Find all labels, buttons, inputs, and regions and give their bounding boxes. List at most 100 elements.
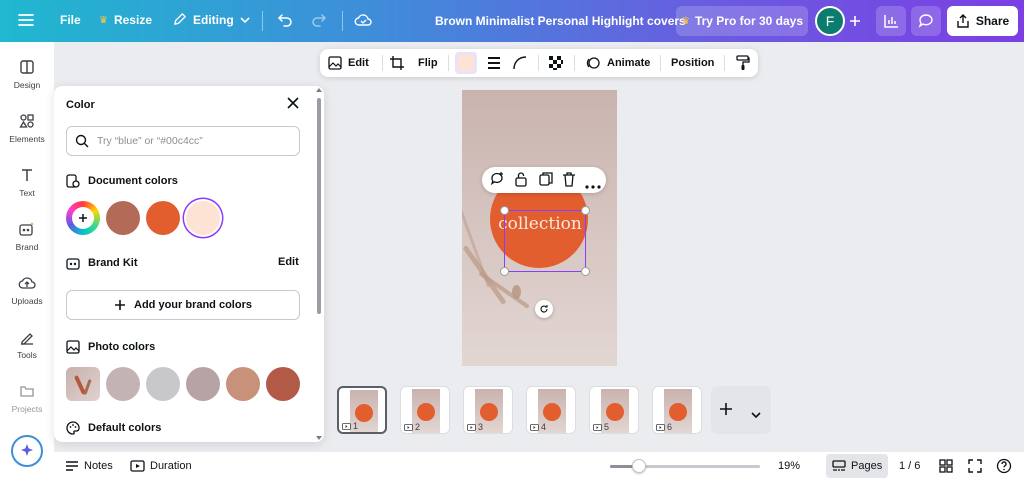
duplicate-icon[interactable]	[538, 171, 554, 192]
element-context-menu	[482, 167, 606, 193]
selection-box	[504, 210, 586, 272]
scroll-down-arrow[interactable]	[316, 436, 322, 440]
copy-style-button[interactable]	[736, 49, 750, 77]
grid-view-icon[interactable]	[939, 452, 953, 480]
chevron-down-icon[interactable]	[751, 406, 761, 424]
current-color-swatch	[458, 55, 474, 71]
help-icon[interactable]	[996, 452, 1012, 480]
rail-item-brand[interactable]: Brand	[0, 221, 54, 252]
panel-scrollbar[interactable]	[317, 98, 321, 314]
transparency-button[interactable]	[549, 49, 563, 77]
document-swatch[interactable]	[106, 201, 140, 235]
zoom-slider-knob[interactable]	[632, 459, 646, 473]
zoom-level[interactable]: 19%	[778, 452, 800, 480]
photo-thumbnail[interactable]	[66, 367, 100, 401]
page-thumbnail[interactable]: 2	[400, 386, 450, 434]
comments-button[interactable]	[911, 6, 941, 36]
document-title-text: Brown Minimalist Personal Highlight cove…	[435, 14, 686, 28]
thumbnail-circle	[480, 403, 498, 421]
try-pro-button[interactable]: ♛ Try Pro for 30 days	[676, 6, 808, 36]
menu-icon[interactable]	[18, 13, 34, 27]
resize-handle[interactable]	[500, 206, 509, 215]
lock-icon[interactable]	[514, 171, 528, 192]
duration-button[interactable]: Duration	[130, 452, 192, 480]
share-icon	[957, 14, 969, 28]
add-page-icon[interactable]	[719, 402, 733, 421]
avatar[interactable]: F	[815, 6, 845, 36]
flip-button[interactable]: Flip	[418, 49, 438, 77]
close-icon[interactable]	[286, 96, 300, 115]
notes-button[interactable]: Notes	[65, 452, 113, 480]
document-swatch-selected[interactable]	[186, 201, 220, 235]
undo-icon[interactable]	[277, 12, 293, 28]
photo-colors-header: Photo colors	[66, 340, 155, 354]
add-color-swatch[interactable]	[66, 201, 100, 235]
page-thumbnail[interactable]: 3	[463, 386, 513, 434]
editing-mode-dropdown[interactable]: Editing	[172, 12, 250, 27]
fullscreen-icon[interactable]	[968, 452, 982, 480]
page-counter[interactable]: 1 / 6	[899, 452, 920, 480]
rail-label: Tools	[17, 350, 37, 360]
photo-swatch[interactable]	[106, 367, 140, 401]
projects-icon	[20, 386, 34, 397]
crop-button[interactable]	[390, 49, 404, 77]
page-thumbnail[interactable]: 6	[652, 386, 702, 434]
rotate-handle[interactable]	[535, 300, 553, 318]
rail-item-uploads[interactable]: Uploads	[0, 275, 54, 306]
rail-item-tools[interactable]: Tools	[0, 329, 54, 360]
page-thumbnail[interactable]: 5	[589, 386, 639, 434]
duration-label: Duration	[150, 460, 192, 472]
add-collaborator-button[interactable]	[843, 6, 867, 36]
scroll-up-arrow[interactable]	[316, 88, 322, 92]
edit-image-icon	[328, 56, 342, 70]
edit-image-button[interactable]: Edit	[328, 49, 369, 77]
document-swatch[interactable]	[146, 201, 180, 235]
crop-icon	[390, 56, 404, 70]
magic-assistant-button[interactable]	[11, 435, 43, 467]
animate-button[interactable]: Animate	[586, 49, 650, 77]
color-search-input[interactable]: Try “blue” or “#00c4cc”	[66, 126, 300, 156]
more-icon[interactable]	[585, 176, 601, 194]
file-menu[interactable]: File	[60, 13, 81, 27]
resize-label: Resize	[113, 13, 152, 27]
color-button[interactable]	[455, 52, 477, 74]
thumbnail-number-label: 2	[415, 422, 421, 432]
search-placeholder: Try “blue” or “#00c4cc”	[97, 135, 203, 147]
resize-handle[interactable]	[581, 206, 590, 215]
border-style-button[interactable]	[487, 49, 501, 77]
position-button[interactable]: Position	[671, 49, 714, 77]
redo-icon[interactable]	[311, 12, 327, 28]
resize-handle[interactable]	[581, 267, 590, 276]
photo-swatch[interactable]	[146, 367, 180, 401]
thumbnail-number: 5	[593, 422, 609, 432]
photo-swatch[interactable]	[186, 367, 220, 401]
comment-add-icon[interactable]	[489, 171, 505, 192]
default-colors-header: Default colors	[66, 421, 161, 435]
photo-swatch[interactable]	[226, 367, 260, 401]
document-title[interactable]: Brown Minimalist Personal Highlight cove…	[435, 14, 686, 28]
design-page[interactable]: collection	[462, 90, 617, 366]
page-thumbnail[interactable]: 4	[526, 386, 576, 434]
insights-button[interactable]	[876, 6, 906, 36]
pages-button[interactable]: Pages	[826, 454, 889, 478]
brand-kit-edit-link[interactable]: Edit	[278, 256, 299, 268]
cloud-save-icon[interactable]	[354, 12, 372, 28]
add-brand-colors-button[interactable]: Add your brand colors	[66, 290, 300, 320]
pencil-icon	[174, 13, 186, 25]
zoom-slider[interactable]	[610, 459, 760, 473]
color-panel: Color Try “blue” or “#00c4cc” Document c…	[54, 86, 324, 442]
rail-item-elements[interactable]: Elements	[0, 113, 54, 144]
rail-item-projects[interactable]: Projects	[0, 383, 54, 414]
resize-handle[interactable]	[500, 267, 509, 276]
page-thumbnail[interactable]: 1	[337, 386, 387, 434]
chevron-down-icon	[240, 16, 250, 23]
corner-rounding-button[interactable]	[513, 49, 527, 77]
share-button[interactable]: Share	[947, 6, 1018, 36]
rail-item-text[interactable]: Text	[0, 167, 54, 198]
photo-swatch[interactable]	[266, 367, 300, 401]
zoom-label: 19%	[778, 460, 801, 472]
delete-icon[interactable]	[562, 171, 576, 192]
edit-label: Edit	[348, 57, 369, 69]
rail-item-design[interactable]: Design	[0, 59, 54, 90]
resize-button[interactable]: ♛ Resize	[99, 13, 152, 27]
